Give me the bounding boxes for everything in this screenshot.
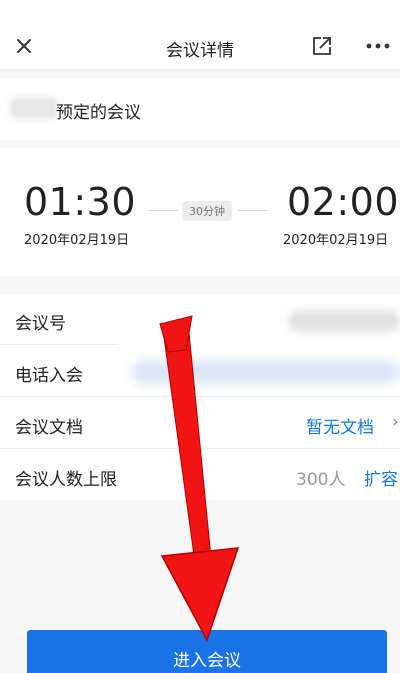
phone-number-value-redacted[interactable] xyxy=(132,360,400,384)
organizer-name-redacted xyxy=(10,97,58,119)
end-date: 2020年02月19日 xyxy=(283,233,389,248)
meeting-docs-label: 会议文档 xyxy=(15,418,83,438)
organizer-text: 预定的会议 xyxy=(56,103,141,123)
join-meeting-button[interactable]: 进入会议 xyxy=(27,630,387,673)
page-title: 会议详情 xyxy=(166,41,234,61)
expand-capacity-link[interactable]: 扩容 xyxy=(364,465,398,490)
external-link-icon xyxy=(313,37,331,55)
chevron-right-icon: › xyxy=(392,412,399,432)
duration-line-right xyxy=(238,210,268,211)
row-divider xyxy=(0,448,400,449)
duration-badge: 30分钟 xyxy=(182,201,232,221)
section-gap xyxy=(0,70,400,78)
meeting-id-value-redacted xyxy=(288,310,400,332)
more-button[interactable] xyxy=(362,32,394,60)
more-icon xyxy=(366,43,390,49)
duration-line-left xyxy=(148,210,178,211)
share-button[interactable] xyxy=(308,32,336,60)
start-date: 2020年02月19日 xyxy=(24,233,130,248)
section-gap xyxy=(0,140,400,148)
participant-limit-value: 300人 xyxy=(296,470,346,490)
section-gap xyxy=(0,276,400,294)
navigation-bar: 会议详情 xyxy=(0,0,400,70)
meeting-docs-link[interactable]: 暂无文档 xyxy=(306,413,374,438)
row-divider xyxy=(0,396,400,397)
participant-limit-label: 会议人数上限 xyxy=(15,470,117,490)
meeting-id-label: 会议号 xyxy=(15,314,66,334)
row-divider xyxy=(0,344,118,345)
join-meeting-label: 进入会议 xyxy=(173,651,241,671)
start-time: 01:30 xyxy=(24,180,137,224)
phone-join-label: 电话入会 xyxy=(15,366,83,386)
end-time: 02:00 xyxy=(287,180,400,224)
